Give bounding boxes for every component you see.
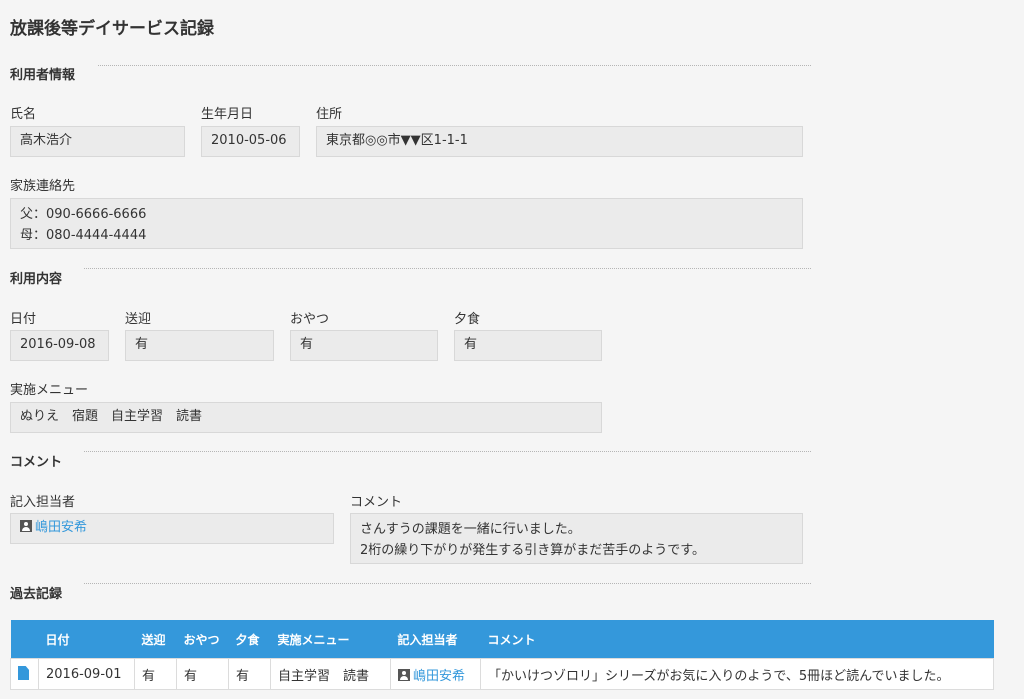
history-header-comment: コメント: [480, 620, 994, 659]
section-divider: [84, 583, 811, 584]
table-row: 2016-09-01 有 有 有 自主学習 読書 嶋田安希 「かいけつゾロリ」シ…: [10, 658, 994, 690]
user-icon: [20, 520, 32, 532]
comment-line: 2桁の繰り下がりが発生する引き算がまだ苦手のようです。: [360, 543, 705, 558]
user-icon: [398, 668, 410, 681]
family-contact-field: 父：090-6666-6666 母：080-4444-4444: [10, 198, 803, 249]
history-header-menu: 実施メニュー: [270, 620, 391, 659]
dinner-field: 有: [454, 330, 602, 361]
family-contact-line: 父：090-6666-6666: [20, 207, 147, 222]
history-cell-comment: 「かいけつゾロリ」シリーズがお気に入りのようで、5冊ほど読んでいました。: [480, 658, 994, 690]
history-cell-transport: 有: [134, 658, 177, 690]
history-author-link[interactable]: 嶋田安希: [413, 669, 465, 684]
author-link[interactable]: 嶋田安希: [35, 520, 87, 535]
birth-label: 生年月日: [201, 107, 254, 122]
history-cell-menu: 自主学習 読書: [270, 658, 391, 690]
section-title-history: 過去記録: [10, 587, 63, 602]
section-title-usage: 利用内容: [10, 272, 63, 287]
name-label: 氏名: [10, 107, 37, 122]
history-header-snack: おやつ: [176, 620, 229, 659]
section-divider: [84, 268, 811, 269]
history-header-date: 日付: [38, 620, 135, 659]
author-label: 記入担当者: [10, 495, 76, 510]
address-field: 東京都◎◎市▼▼区1-1-1: [316, 126, 803, 157]
menu-field: ぬりえ 宿題 自主学習 読書: [10, 402, 602, 433]
family-contact-label: 家族連絡先: [10, 179, 76, 194]
transport-label: 送迎: [125, 312, 152, 327]
date-label: 日付: [10, 312, 37, 327]
history-header-row: 日付 送迎 おやつ 夕食 実施メニュー 記入担当者 コメント: [10, 620, 994, 659]
page-title: 放課後等デイサービス記録: [10, 19, 214, 39]
comment-label: コメント: [350, 495, 403, 510]
history-cell-dinner: 有: [228, 658, 271, 690]
menu-label: 実施メニュー: [10, 383, 89, 398]
history-cell-snack: 有: [176, 658, 229, 690]
document-icon[interactable]: [18, 666, 29, 680]
birth-field: 2010-05-06: [201, 126, 300, 157]
snack-field: 有: [290, 330, 438, 361]
section-title-comment: コメント: [10, 455, 63, 470]
author-field: 嶋田安希: [10, 513, 334, 544]
date-field: 2016-09-08: [10, 330, 109, 361]
snack-label: おやつ: [290, 312, 330, 327]
history-header-dinner: 夕食: [228, 620, 271, 659]
history-header-author: 記入担当者: [390, 620, 481, 659]
section-title-user-info: 利用者情報: [10, 68, 76, 83]
comment-field: さんすうの課題を一緒に行いました。 2桁の繰り下がりが発生する引き算がまだ苦手の…: [350, 513, 803, 564]
history-header-transport: 送迎: [134, 620, 177, 659]
history-cell-author: 嶋田安希: [390, 658, 481, 690]
section-divider: [84, 451, 811, 452]
address-label: 住所: [316, 107, 343, 122]
section-divider: [98, 65, 811, 66]
transport-field: 有: [125, 330, 274, 361]
name-field: 高木浩介: [10, 126, 185, 157]
family-contact-line: 母：080-4444-4444: [20, 228, 147, 243]
history-cell-date: 2016-09-01: [38, 658, 135, 690]
dinner-label: 夕食: [454, 312, 481, 327]
history-header-icon: [10, 620, 39, 659]
comment-line: さんすうの課題を一緒に行いました。: [360, 522, 581, 537]
history-cell-icon[interactable]: [10, 658, 39, 690]
history-table: 日付 送迎 おやつ 夕食 実施メニュー 記入担当者 コメント 2016-09-0…: [10, 620, 994, 690]
